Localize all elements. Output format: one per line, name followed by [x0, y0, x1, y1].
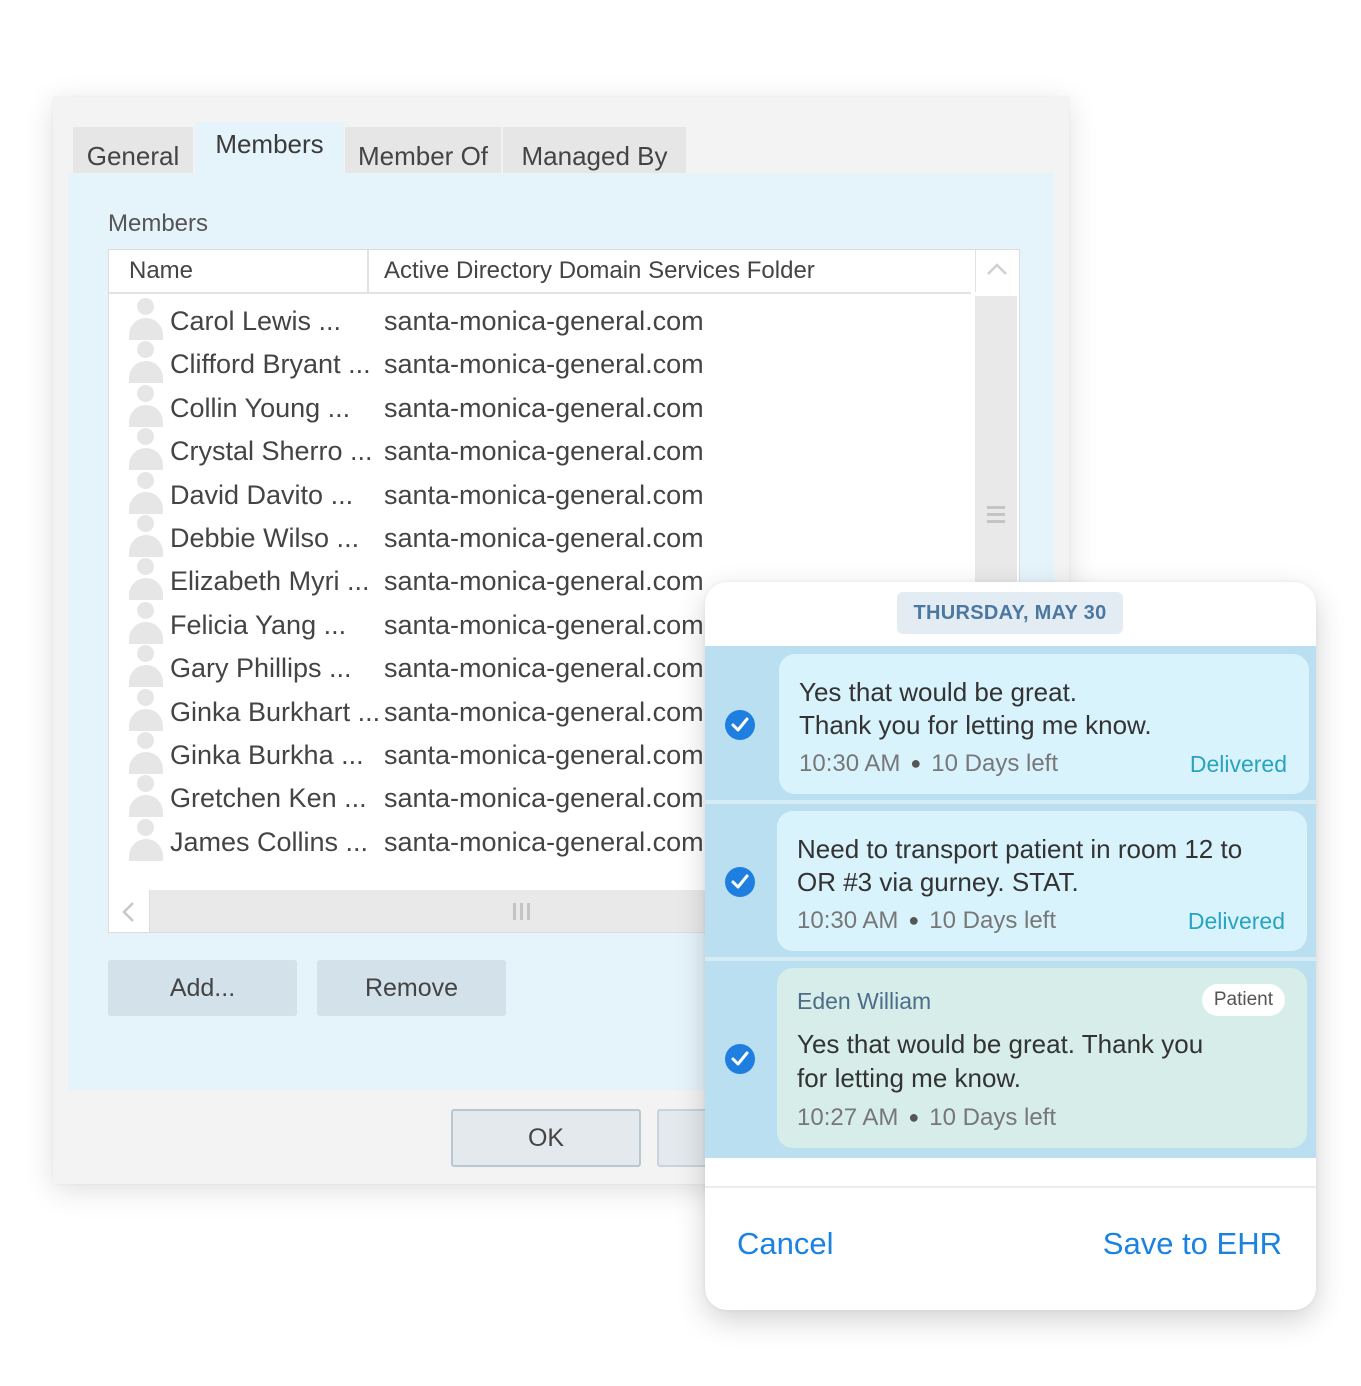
cancel-button[interactable]: Cancel	[737, 1226, 834, 1262]
remove-button[interactable]: Remove	[317, 960, 506, 1016]
chevron-up-icon	[987, 263, 1007, 275]
user-icon	[129, 514, 163, 561]
tab-general[interactable]: General	[73, 127, 193, 173]
message-meta: 10:30 AM ● 10 Days left	[799, 750, 1059, 777]
message-expiry: 10 Days left	[929, 1104, 1057, 1131]
message-meta: 10:27 AM ● 10 Days left	[797, 1104, 1057, 1131]
message-time: 10:30 AM	[797, 907, 899, 934]
member-name: Ginka Burkhart ...	[170, 696, 381, 727]
message-bubble[interactable]: Yes that would be great. Thank you for l…	[779, 654, 1309, 794]
tab-members[interactable]: Members	[195, 122, 344, 174]
message-text: Yes that would be great. Thank you for l…	[799, 677, 1152, 740]
table-row[interactable]: Crystal Sherro ... santa-monica-general.c…	[109, 428, 971, 474]
user-icon	[129, 775, 163, 821]
save-to-ehr-button[interactable]: Save to EHR	[1103, 1226, 1282, 1262]
member-name: Carol Lewis ...	[170, 306, 342, 336]
member-name: Crystal Sherro ...	[170, 436, 373, 467]
member-name: David Davito ...	[170, 479, 354, 510]
checkmark-icon[interactable]	[725, 1044, 755, 1074]
member-name: Gary Phillips ...	[170, 653, 352, 684]
members-section-label: Members	[108, 210, 209, 237]
member-folder: santa-monica-general.com	[384, 826, 704, 857]
user-icon	[129, 298, 163, 344]
member-name: Clifford Bryant ...	[170, 349, 371, 380]
member-folder: santa-monica-general.com	[384, 349, 704, 380]
member-name: James Collins ...	[170, 826, 369, 857]
message-expiry: 10 Days left	[929, 907, 1057, 934]
user-icon	[129, 688, 163, 735]
member-name: Collin Young ...	[170, 392, 351, 423]
list-header: Name Active Directory Domain Services Fo…	[109, 250, 971, 294]
table-row[interactable]: Carol Lewis ... santa-monica-general.com	[109, 298, 971, 344]
member-name: Ginka Burkha ...	[170, 739, 364, 770]
chevron-left-icon	[122, 902, 134, 922]
user-icon	[129, 731, 163, 778]
user-icon	[129, 341, 163, 387]
message-text: Yes that would be great. Thank you for l…	[797, 1029, 1204, 1093]
member-name: Gretchen Ken ...	[170, 783, 367, 814]
member-name: Elizabeth Myri ...	[170, 566, 370, 597]
delivery-status: Delivered	[1189, 751, 1287, 777]
tab-managed-by[interactable]: Managed By	[503, 127, 686, 173]
card-footer: Cancel Save to EHR	[705, 1186, 1316, 1310]
message-time: 10:27 AM	[797, 1104, 899, 1131]
save-messages-card: THURSDAY, MAY 30 Yes that would be great…	[705, 582, 1316, 1310]
date-header: THURSDAY, MAY 30	[897, 592, 1123, 634]
message-bubble[interactable]: Eden William Patient Yes that would be g…	[777, 968, 1307, 1148]
member-name: Felicia Yang ...	[170, 609, 347, 640]
table-row[interactable]: Debbie Wilso ... santa-monica-general.com	[109, 514, 971, 561]
column-header-name[interactable]: Name	[129, 250, 193, 292]
member-folder: santa-monica-general.com	[384, 609, 704, 640]
column-header-folder[interactable]: Active Directory Domain Services Folder	[384, 250, 815, 292]
member-folder: santa-monica-general.com	[384, 479, 704, 510]
table-row[interactable]: Clifford Bryant ... santa-monica-general.…	[109, 341, 971, 387]
delivery-status: Delivered	[1187, 908, 1285, 934]
selected-messages: Yes that would be great. Thank you for l…	[705, 646, 1316, 1158]
ok-button[interactable]: OK	[451, 1109, 641, 1167]
message-divider	[705, 957, 1316, 961]
member-folder: santa-monica-general.com	[384, 306, 704, 336]
message-divider	[705, 800, 1316, 804]
user-icon	[129, 471, 163, 518]
user-icon	[129, 558, 163, 604]
sender-name: Eden William	[797, 988, 932, 1014]
horizontal-grip-icon[interactable]	[513, 903, 533, 920]
table-row[interactable]: Collin Young ... santa-monica-general.com	[109, 384, 971, 431]
member-folder: santa-monica-general.com	[384, 566, 704, 597]
user-icon	[129, 601, 163, 648]
member-folder: santa-monica-general.com	[384, 522, 704, 553]
message-meta: 10:30 AM ● 10 Days left	[797, 907, 1057, 934]
user-icon	[129, 428, 163, 474]
message-time: 10:30 AM	[799, 750, 901, 777]
member-folder: santa-monica-general.com	[384, 653, 704, 684]
add-button[interactable]: Add...	[108, 960, 297, 1016]
tab-member-of[interactable]: Member Of	[345, 127, 501, 173]
scroll-up-button[interactable]	[975, 250, 1018, 292]
checkmark-icon[interactable]	[725, 867, 755, 897]
checkmark-icon[interactable]	[725, 710, 755, 740]
scroll-left-button[interactable]	[109, 890, 150, 932]
user-icon	[129, 384, 163, 431]
member-folder: santa-monica-general.com	[384, 436, 704, 467]
user-icon	[129, 645, 163, 691]
message-text: Need to transport patient in room 12 to …	[797, 834, 1243, 897]
column-separator[interactable]	[367, 250, 369, 292]
scroll-grip-icon[interactable]	[987, 506, 1005, 527]
message-expiry: 10 Days left	[931, 750, 1059, 777]
member-folder: santa-monica-general.com	[384, 783, 704, 814]
member-folder: santa-monica-general.com	[384, 392, 704, 423]
member-folder: santa-monica-general.com	[384, 696, 704, 727]
member-folder: santa-monica-general.com	[384, 739, 704, 770]
table-row[interactable]: David Davito ... santa-monica-general.com	[109, 471, 971, 518]
message-bubble[interactable]: Need to transport patient in room 12 to …	[777, 811, 1307, 951]
member-name: Debbie Wilso ...	[170, 522, 360, 553]
patient-badge: Patient	[1201, 984, 1285, 1016]
user-icon	[129, 818, 163, 865]
